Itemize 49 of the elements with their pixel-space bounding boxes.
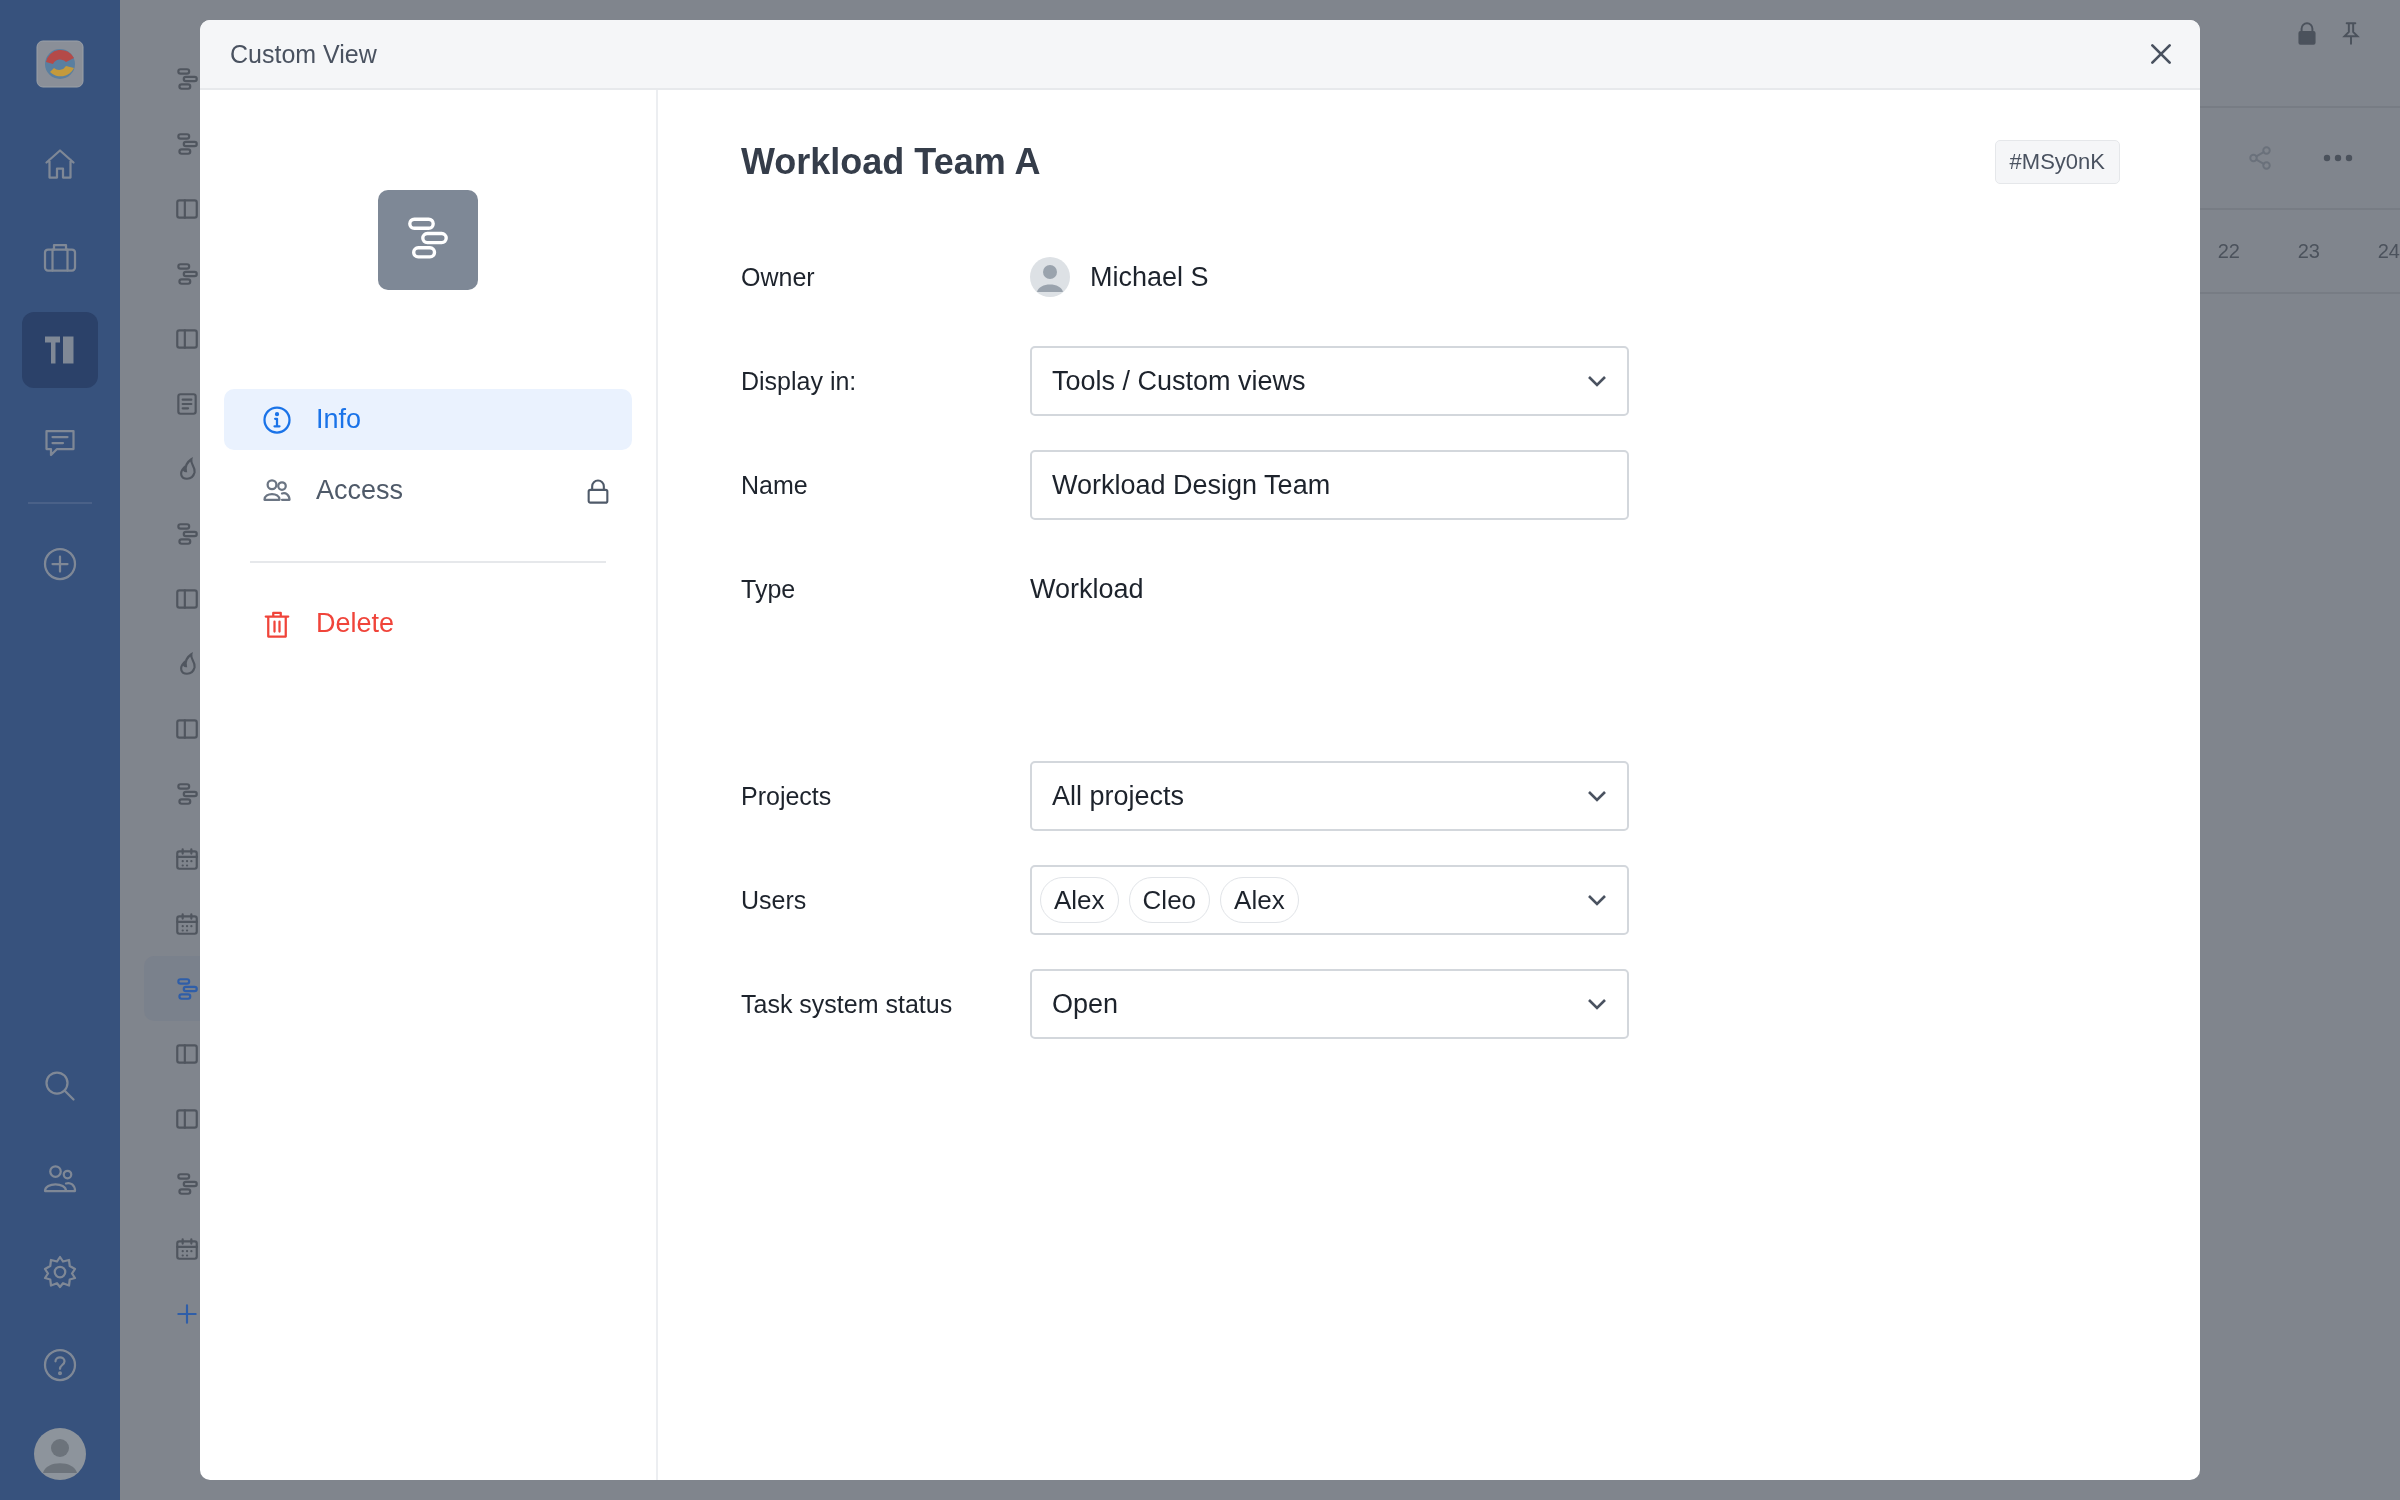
more-icon[interactable] [2323,154,2353,162]
gantt-icon [174,260,200,287]
dialog-title: Custom View [230,39,377,69]
add-icon [42,546,78,582]
gantt-icon [174,65,200,92]
name-input[interactable]: Workload Design Team [1030,450,1629,520]
view-item[interactable] [144,956,200,1021]
view-heading: Workload Team A [741,141,1041,183]
app-logo-icon[interactable] [36,40,84,88]
field-label: Projects [741,781,833,811]
nav-item[interactable] [22,312,98,388]
gantt-icon [174,130,200,157]
menu-item[interactable]: Access [224,460,632,521]
user-avatar-icon[interactable] [34,1428,86,1480]
calendar-icon [174,1235,200,1262]
delete-button[interactable]: Delete [224,593,632,654]
gantt-icon [174,1170,200,1197]
gantt-icon [174,780,200,807]
chevron-down-icon [1587,998,1607,1010]
users-dropdown[interactable]: Alex Cleo Alex [1030,865,1629,935]
menu-item[interactable]: Info [224,389,632,450]
info-icon [262,404,292,435]
owner-name: Michael S [1090,261,1209,293]
user-avatar-icon [1030,257,1070,297]
gantt-view-icon [378,190,478,290]
field-label: Task system status [741,989,954,1019]
type-value: Workload [1030,573,1144,605]
chevron-down-icon [1587,790,1607,802]
field-label: Owner [741,262,816,292]
gantt-icon [174,520,200,547]
document-icon [174,390,200,417]
chevron-down-icon [1587,375,1607,387]
field-label: Type [741,574,797,604]
home-icon [42,146,78,182]
help-icon [42,1347,78,1383]
calendar-icon [174,845,200,872]
gantt-icon [174,975,200,1002]
dropdown[interactable]: Tools / Custom views [1030,346,1629,416]
id-badge: #MSy0nK [1994,140,2120,184]
field-label: Users [741,885,808,915]
chevron-down-icon [1587,894,1607,906]
field-label: Name [741,470,809,500]
close-icon[interactable] [2148,41,2174,67]
search-icon [42,1068,78,1104]
field-label: Display in: [741,366,858,396]
dropdown[interactable]: Open [1030,969,1629,1039]
calendar-icon [174,910,200,937]
dropdown[interactable]: All projects [1030,761,1629,831]
settings-icon [42,1254,78,1290]
